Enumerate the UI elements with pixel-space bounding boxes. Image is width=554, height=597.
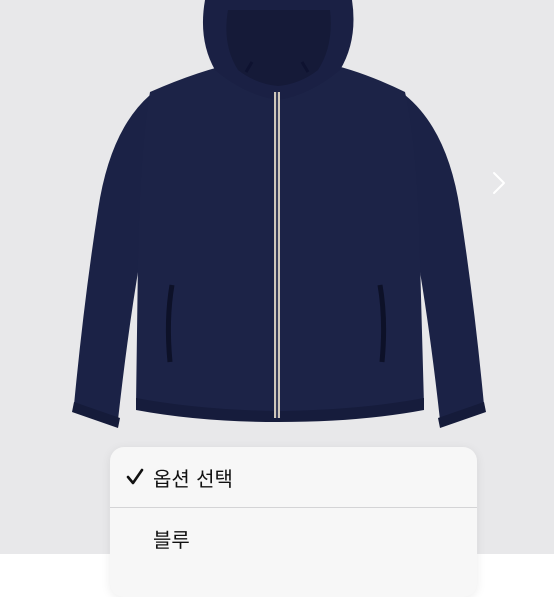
option-label: 옵션 선택 [153, 466, 233, 491]
checkmark-icon [125, 466, 147, 488]
next-image-button[interactable] [484, 168, 514, 198]
chevron-right-icon [493, 172, 505, 194]
option-item-blue[interactable]: 블루 [110, 508, 477, 568]
option-menu: 옵션 선택 블루 [110, 447, 477, 597]
option-item-select[interactable]: 옵션 선택 [110, 447, 477, 507]
option-label: 블루 [153, 527, 190, 552]
